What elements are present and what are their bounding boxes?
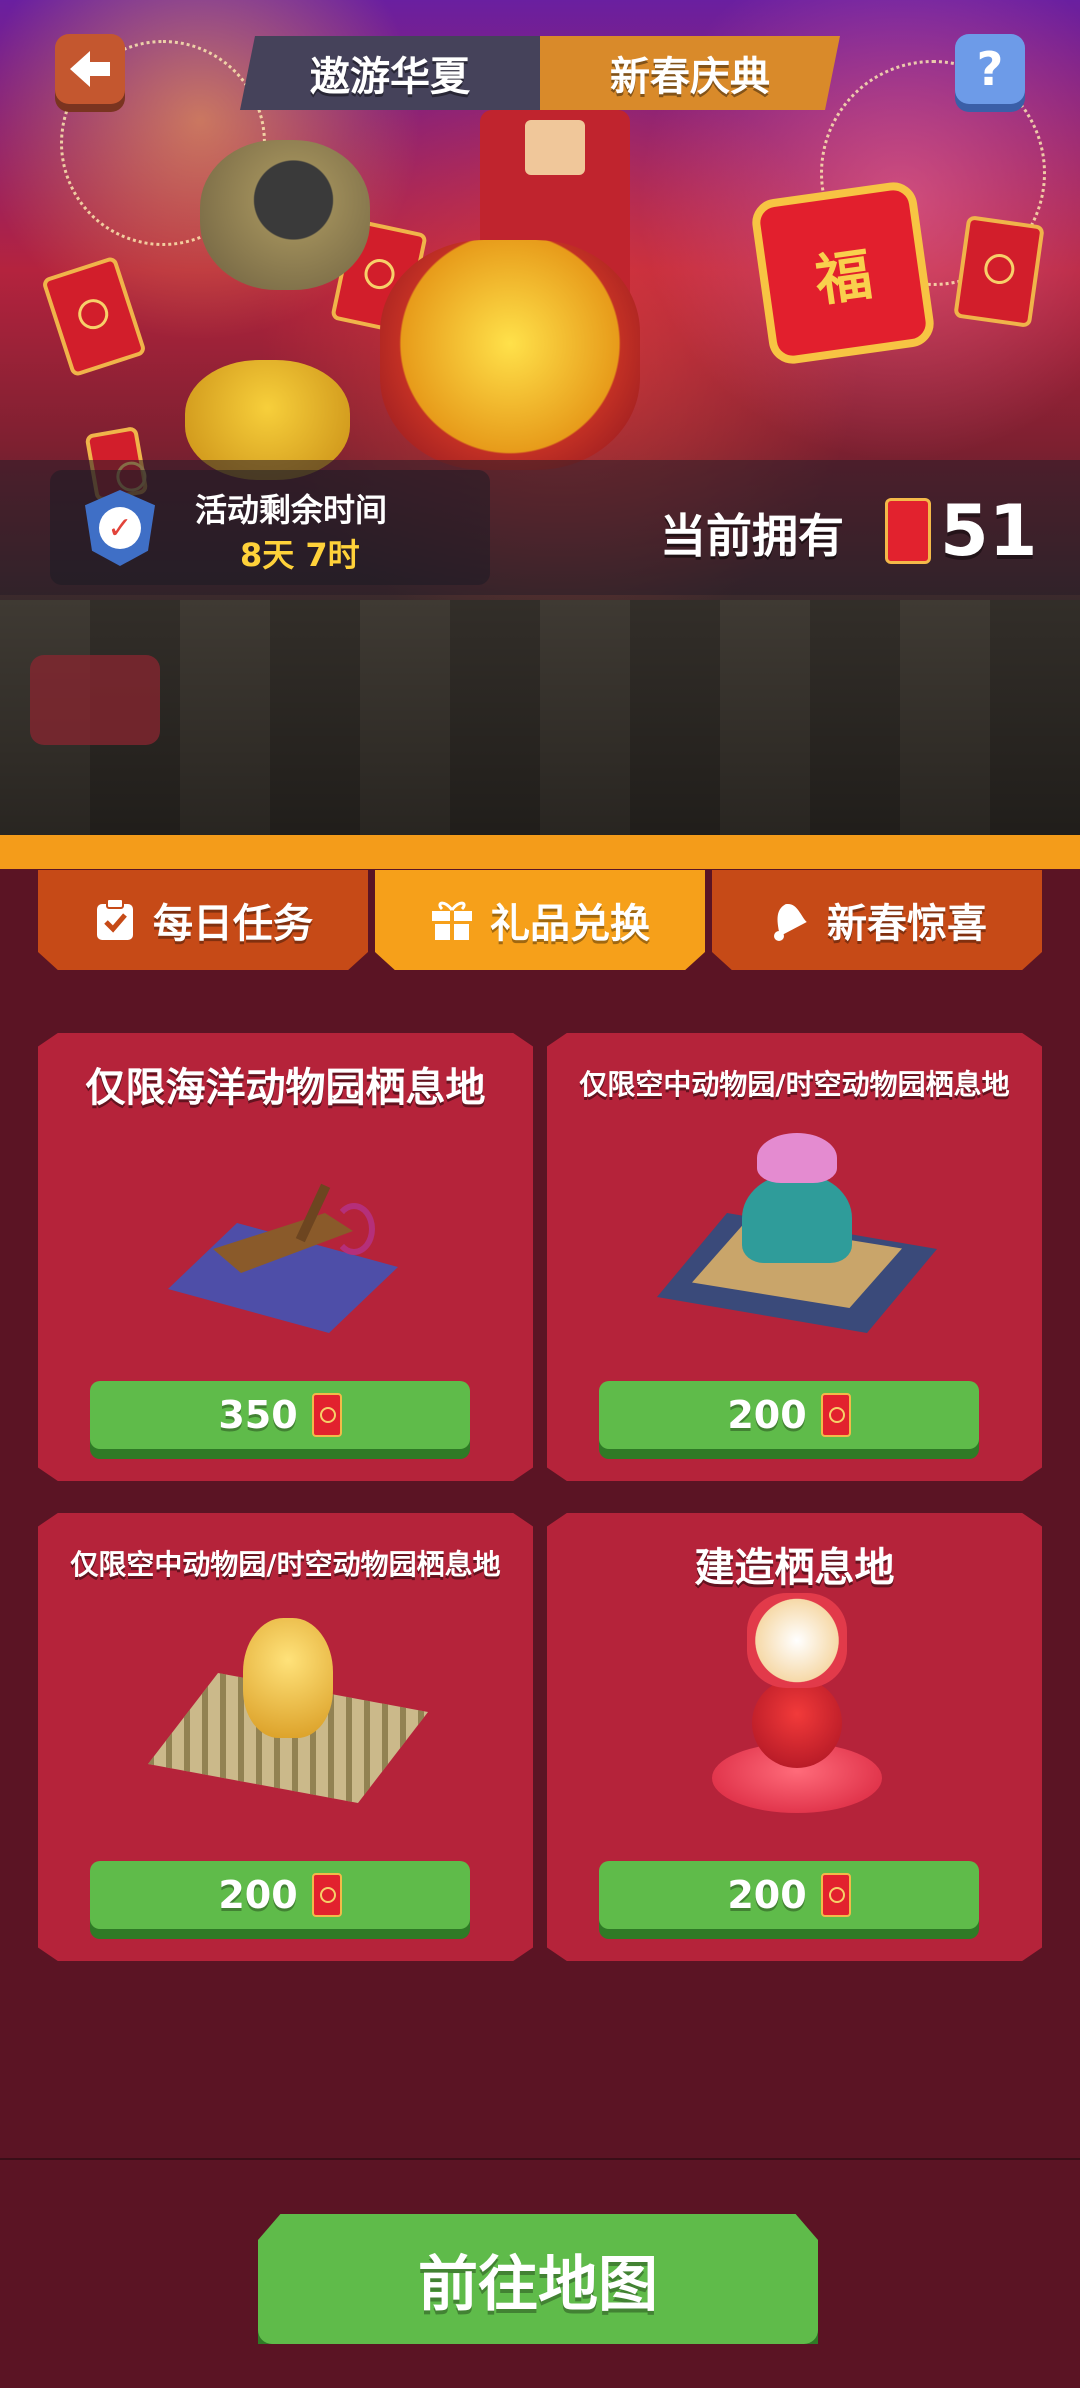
character-face: [525, 120, 585, 175]
card-title: 仅限空中动物园/时空动物园栖息地: [579, 1068, 1010, 1101]
back-arrow-icon: [70, 51, 110, 87]
owned-count: 51: [940, 490, 1038, 572]
top-tab-travel[interactable]: 遨游华夏: [240, 36, 540, 110]
fu-lantern-art: 福: [749, 179, 937, 367]
bronze-drum-art: [200, 140, 370, 290]
gift-card-sky-habitat[interactable]: 仅限空中动物园/时空动物园栖息地 200: [547, 1033, 1042, 1481]
buy-button[interactable]: 200: [599, 1381, 979, 1449]
red-envelope-currency-icon: [885, 498, 931, 564]
red-envelope-currency-icon: [820, 1393, 851, 1437]
red-envelope-currency-icon: [311, 1873, 342, 1917]
background-scenery: [0, 600, 1080, 835]
top-tab-bar: 遨游华夏 新春庆典: [240, 36, 840, 110]
owned-label: 当前拥有: [660, 509, 844, 563]
lion-lotus-decoration-art: [707, 1583, 887, 1833]
tab-spring-surprise[interactable]: 新春惊喜: [712, 870, 1042, 970]
gift-icon: [430, 898, 474, 942]
clipboard-check-icon: [93, 898, 137, 942]
buy-button[interactable]: 200: [599, 1861, 979, 1929]
question-mark-icon: ?: [976, 42, 1004, 96]
tab-daily-tasks[interactable]: 每日任务: [38, 870, 368, 970]
tab-label: 礼品兑换: [490, 901, 650, 947]
price-value: 200: [727, 1873, 807, 1917]
red-envelope-currency-icon: [820, 1873, 851, 1917]
lion-dance-art: [380, 240, 640, 470]
red-envelope-decoration: [953, 215, 1045, 328]
red-envelope-currency-icon: [311, 1393, 342, 1437]
panel-rim: [0, 835, 1080, 869]
go-to-map-button[interactable]: 前往地图: [258, 2214, 818, 2344]
buy-button[interactable]: 350: [90, 1381, 470, 1449]
price-value: 200: [727, 1393, 807, 1437]
gift-card-build-habitat[interactable]: 建造栖息地 200: [547, 1513, 1042, 1961]
tab-gift-exchange[interactable]: 礼品兑换: [375, 870, 705, 970]
buy-button[interactable]: 200: [90, 1861, 470, 1929]
gift-card-sky-habitat-2[interactable]: 仅限空中动物园/时空动物园栖息地 200: [38, 1513, 533, 1961]
card-title: 仅限空中动物园/时空动物园栖息地: [70, 1548, 501, 1581]
gift-card-ocean-habitat[interactable]: 仅限海洋动物园栖息地 350: [38, 1033, 533, 1481]
help-button[interactable]: ?: [955, 34, 1025, 104]
red-envelope-decoration: [40, 255, 148, 378]
tab-label: 每日任务: [153, 901, 313, 947]
fenced-vase-habitat-art: [138, 1603, 438, 1813]
top-tab-spring-festival[interactable]: 新春庆典: [540, 36, 840, 110]
fu-character: 福: [811, 242, 877, 315]
back-button[interactable]: [55, 34, 125, 104]
card-title: 仅限海洋动物园栖息地: [85, 1065, 486, 1111]
price-value: 200: [218, 1873, 298, 1917]
tab-label: 新春惊喜: [827, 901, 987, 947]
price-value: 350: [218, 1393, 298, 1437]
lotus-pavilion-habitat-art: [647, 1113, 947, 1343]
timer-value: 8天 7时: [240, 536, 360, 574]
background-badge: [30, 655, 160, 745]
bell-icon: [767, 898, 811, 942]
timer-label: 活动剩余时间: [195, 491, 388, 529]
shipwreck-habitat-art: [158, 1183, 408, 1343]
